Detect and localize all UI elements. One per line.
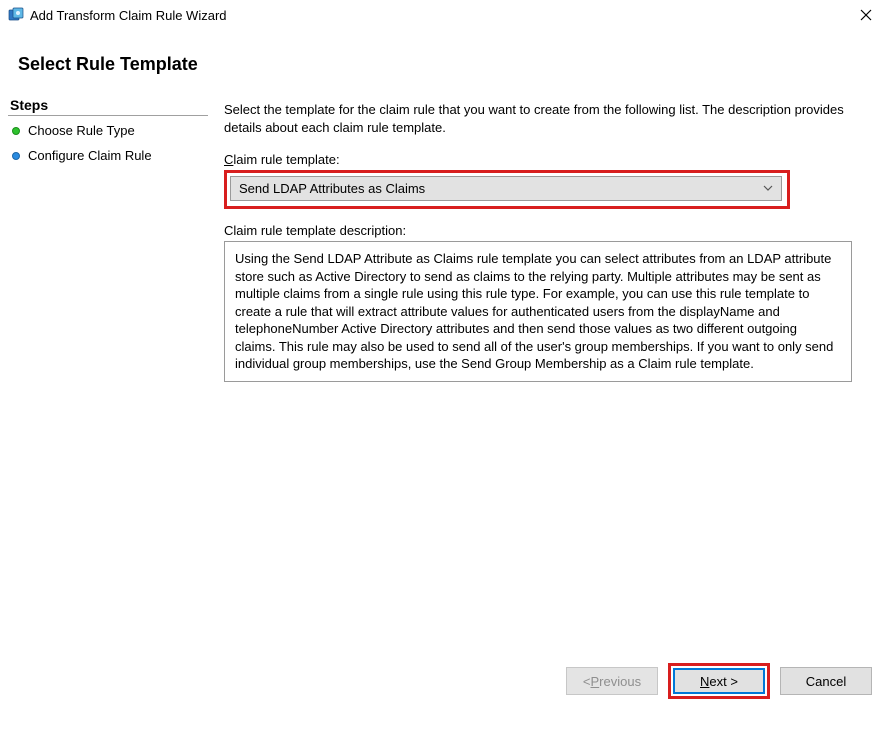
chevron-down-icon (763, 183, 773, 194)
next-button[interactable]: Next > (673, 668, 765, 694)
titlebar-title: Add Transform Claim Rule Wizard (30, 8, 846, 23)
main-panel: Select the template for the claim rule t… (216, 93, 894, 713)
template-label-text: laim rule template: (233, 152, 339, 167)
mnemonic-p: P (591, 674, 600, 689)
mnemonic-c: C (224, 152, 233, 167)
claim-rule-template-dropdown[interactable]: Send LDAP Attributes as Claims (230, 176, 782, 201)
dropdown-selected-value: Send LDAP Attributes as Claims (239, 181, 425, 196)
wizard-buttons: < Previous Next > Cancel (566, 663, 872, 699)
close-button[interactable] (846, 1, 886, 29)
steps-sidebar: Steps Choose Rule Type Configure Claim R… (0, 93, 216, 713)
prev-suffix: revious (599, 674, 641, 689)
titlebar: Add Transform Claim Rule Wizard (0, 0, 894, 30)
cancel-button[interactable]: Cancel (780, 667, 872, 695)
mnemonic-n: N (700, 674, 709, 689)
previous-button: < Previous (566, 667, 658, 695)
app-icon (8, 7, 24, 23)
description-label: Claim rule template description: (224, 223, 872, 238)
wizard-header: Select Rule Template (0, 30, 894, 93)
step-bullet-pending-icon (12, 152, 20, 160)
intro-text: Select the template for the claim rule t… (224, 101, 872, 136)
prev-prefix: < (583, 674, 591, 689)
step-label: Choose Rule Type (28, 123, 135, 138)
next-suffix: ext > (709, 674, 738, 689)
cancel-label: Cancel (806, 674, 846, 689)
template-label: Claim rule template: (224, 152, 872, 167)
step-bullet-current-icon (12, 127, 20, 135)
page-title: Select Rule Template (18, 54, 876, 75)
template-description: Using the Send LDAP Attribute as Claims … (224, 241, 852, 382)
content-area: Steps Choose Rule Type Configure Claim R… (0, 93, 894, 713)
step-choose-rule-type[interactable]: Choose Rule Type (8, 118, 208, 143)
template-dropdown-highlight: Send LDAP Attributes as Claims (224, 170, 790, 209)
steps-title: Steps (8, 93, 208, 116)
step-configure-claim-rule[interactable]: Configure Claim Rule (8, 143, 208, 168)
step-label: Configure Claim Rule (28, 148, 152, 163)
next-button-highlight: Next > (668, 663, 770, 699)
